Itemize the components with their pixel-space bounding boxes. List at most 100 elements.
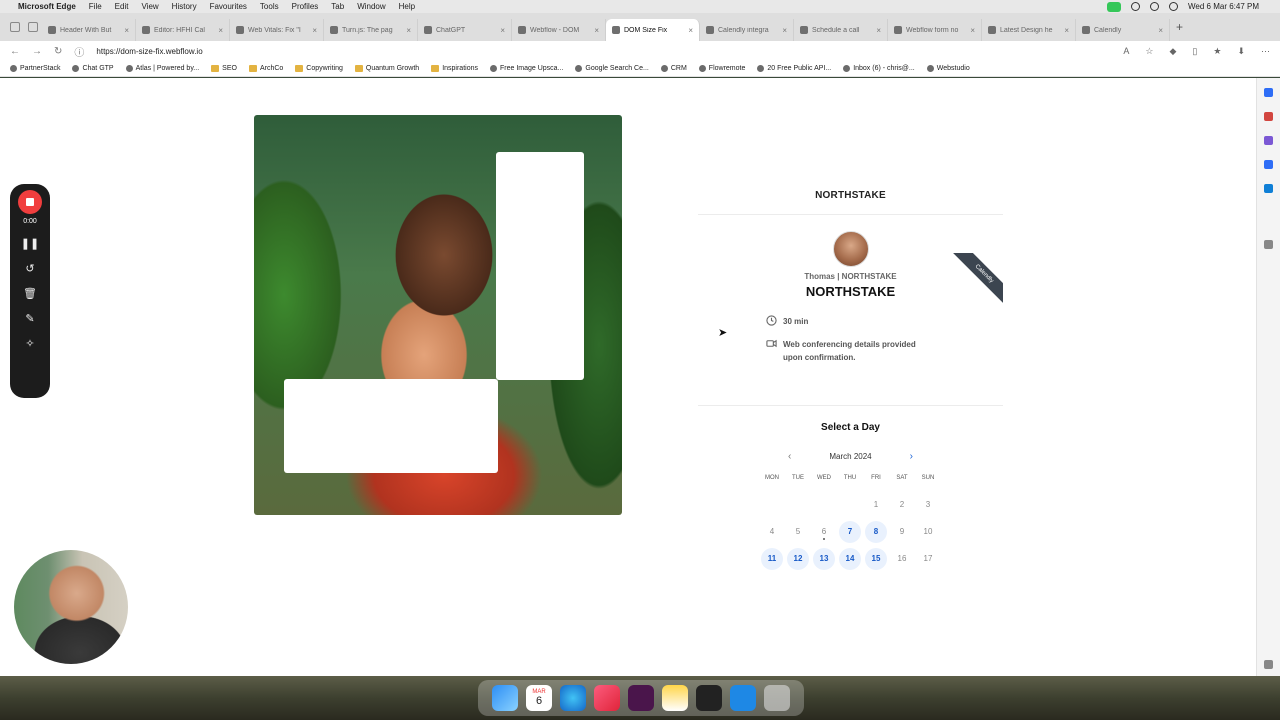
settings-more-icon[interactable]: ⋯: [1261, 46, 1270, 57]
pause-icon[interactable]: ❚❚: [21, 237, 39, 250]
browser-tab[interactable]: Schedule a call ×: [794, 19, 888, 41]
bookmark-item[interactable]: Chat GTP: [72, 65, 114, 72]
slack-icon[interactable]: [628, 685, 654, 711]
split-screen-icon[interactable]: ▯: [1192, 46, 1197, 57]
site-info-icon[interactable]: ⓘ: [74, 44, 84, 59]
screen-recording-icon[interactable]: [1107, 1, 1121, 12]
close-tab-icon[interactable]: ×: [1158, 26, 1163, 35]
menu-profiles[interactable]: Profiles: [292, 2, 319, 11]
menu-edit[interactable]: Edit: [115, 2, 129, 11]
browser-tab[interactable]: Latest Design he ×: [982, 19, 1076, 41]
wifi-icon[interactable]: [1150, 2, 1159, 11]
bookmark-item[interactable]: Flowremote: [698, 65, 745, 72]
close-tab-icon[interactable]: ×: [500, 26, 505, 35]
close-tab-icon[interactable]: ×: [970, 26, 975, 35]
next-month-icon[interactable]: ›: [910, 451, 913, 462]
close-tab-icon[interactable]: ×: [312, 26, 317, 35]
finder-icon[interactable]: [492, 685, 518, 711]
bookmark-item[interactable]: ArchCo: [248, 65, 283, 72]
available-day[interactable]: 13: [813, 548, 835, 570]
new-tab-icon[interactable]: +: [1176, 20, 1183, 34]
menu-tools[interactable]: Tools: [260, 2, 279, 11]
browser-tab[interactable]: Webflow form no ×: [888, 19, 982, 41]
bookmark-item[interactable]: Inbox (6) - chris@...: [843, 65, 915, 72]
close-tab-icon[interactable]: ×: [406, 26, 411, 35]
browser-tab[interactable]: Calendly ×: [1076, 19, 1170, 41]
close-tab-icon[interactable]: ×: [124, 26, 129, 35]
restart-icon[interactable]: ↺: [25, 262, 34, 275]
menu-window[interactable]: Window: [357, 2, 385, 11]
bookmark-item[interactable]: 20 Free Public API...: [757, 65, 831, 72]
menu-view[interactable]: View: [141, 2, 158, 11]
available-day[interactable]: 15: [865, 548, 887, 570]
music-icon[interactable]: [594, 685, 620, 711]
browser-tab[interactable]: Calendly integra ×: [700, 19, 794, 41]
bookmark-item[interactable]: Atlas | Powered by...: [125, 65, 199, 72]
bookmark-item[interactable]: Webstudio: [926, 65, 970, 72]
effects-icon[interactable]: ✧: [25, 337, 34, 350]
browser-tab[interactable]: Webflow - DOM ×: [512, 19, 606, 41]
forward-icon[interactable]: →: [32, 46, 42, 57]
menu-app-name[interactable]: Microsoft Edge: [18, 2, 76, 11]
menu-help[interactable]: Help: [399, 2, 415, 11]
bookmark-item[interactable]: Inspirations: [431, 65, 478, 72]
read-aloud-icon[interactable]: A: [1123, 46, 1129, 57]
close-tab-icon[interactable]: ×: [876, 26, 881, 35]
menu-favourites[interactable]: Favourites: [210, 2, 247, 11]
back-icon[interactable]: ←: [10, 46, 20, 57]
tray-icon[interactable]: [1131, 2, 1140, 11]
bookmark-item[interactable]: CRM: [660, 65, 687, 72]
vscode-icon[interactable]: [730, 685, 756, 711]
office-sidebar-icon[interactable]: [1264, 160, 1273, 169]
menu-history[interactable]: History: [172, 2, 197, 11]
webcam-bubble[interactable]: [14, 550, 128, 664]
calendar-icon[interactable]: MAR 6: [526, 685, 552, 711]
downloads-icon[interactable]: ⬇: [1237, 46, 1245, 57]
available-day[interactable]: 11: [761, 548, 783, 570]
trash-icon[interactable]: [764, 685, 790, 711]
favourite-icon[interactable]: ☆: [1145, 46, 1153, 57]
draw-icon[interactable]: ✎: [25, 312, 34, 325]
menu-file[interactable]: File: [89, 2, 102, 11]
menu-tab[interactable]: Tab: [331, 2, 344, 11]
workspaces-icon[interactable]: [28, 22, 38, 32]
browser-tab[interactable]: Header With But ×: [42, 19, 136, 41]
available-day[interactable]: 12: [787, 548, 809, 570]
reload-icon[interactable]: ↻: [54, 46, 62, 57]
delete-icon[interactable]: 🗑: [23, 287, 37, 300]
browser-tab[interactable]: Editor: HFHI Cal ×: [136, 19, 230, 41]
browser-tab[interactable]: Turn.js: The pag ×: [324, 19, 418, 41]
close-tab-icon[interactable]: ×: [782, 26, 787, 35]
stop-recording-button[interactable]: [18, 190, 42, 214]
browser-tab[interactable]: ChatGPT ×: [418, 19, 512, 41]
available-day[interactable]: 8: [865, 521, 887, 543]
bookmark-item[interactable]: PartnerStack: [10, 65, 60, 72]
search-sidebar-icon[interactable]: [1264, 88, 1273, 97]
outlook-sidebar-icon[interactable]: [1264, 184, 1273, 193]
close-tab-icon[interactable]: ×: [688, 26, 693, 35]
bookmark-item[interactable]: Quantum Growth: [354, 65, 419, 72]
menubar-clock[interactable]: Wed 6 Mar 6:47 PM: [1188, 2, 1259, 11]
close-tab-icon[interactable]: ×: [218, 26, 223, 35]
available-day[interactable]: 7: [839, 521, 861, 543]
close-tab-icon[interactable]: ×: [594, 26, 599, 35]
notes-icon[interactable]: [662, 685, 688, 711]
bookmark-item[interactable]: Free Image Upsca...: [489, 65, 563, 72]
games-sidebar-icon[interactable]: [1264, 136, 1273, 145]
close-tab-icon[interactable]: ×: [1064, 26, 1069, 35]
bookmark-item[interactable]: Google Search Ce...: [575, 65, 649, 72]
sidebar-toggle-icon[interactable]: [10, 22, 20, 32]
search-icon[interactable]: [1169, 2, 1178, 11]
bookmark-item[interactable]: SEO: [211, 65, 237, 72]
url-field[interactable]: https://dom-size-fix.webflow.io: [96, 47, 202, 56]
collections-icon[interactable]: ★: [1213, 46, 1221, 57]
bookmark-item[interactable]: Copywriting: [295, 65, 343, 72]
browser-tab[interactable]: Web Vitals: Fix "I ×: [230, 19, 324, 41]
browser-tab[interactable]: DOM Size Fix ×: [606, 19, 700, 41]
available-day[interactable]: 14: [839, 548, 861, 570]
figma-icon[interactable]: [696, 685, 722, 711]
edge-icon[interactable]: [560, 685, 586, 711]
extensions-icon[interactable]: ◆: [1170, 46, 1177, 57]
tools-sidebar-icon[interactable]: [1264, 112, 1273, 121]
sidebar-settings-icon[interactable]: [1264, 660, 1273, 669]
